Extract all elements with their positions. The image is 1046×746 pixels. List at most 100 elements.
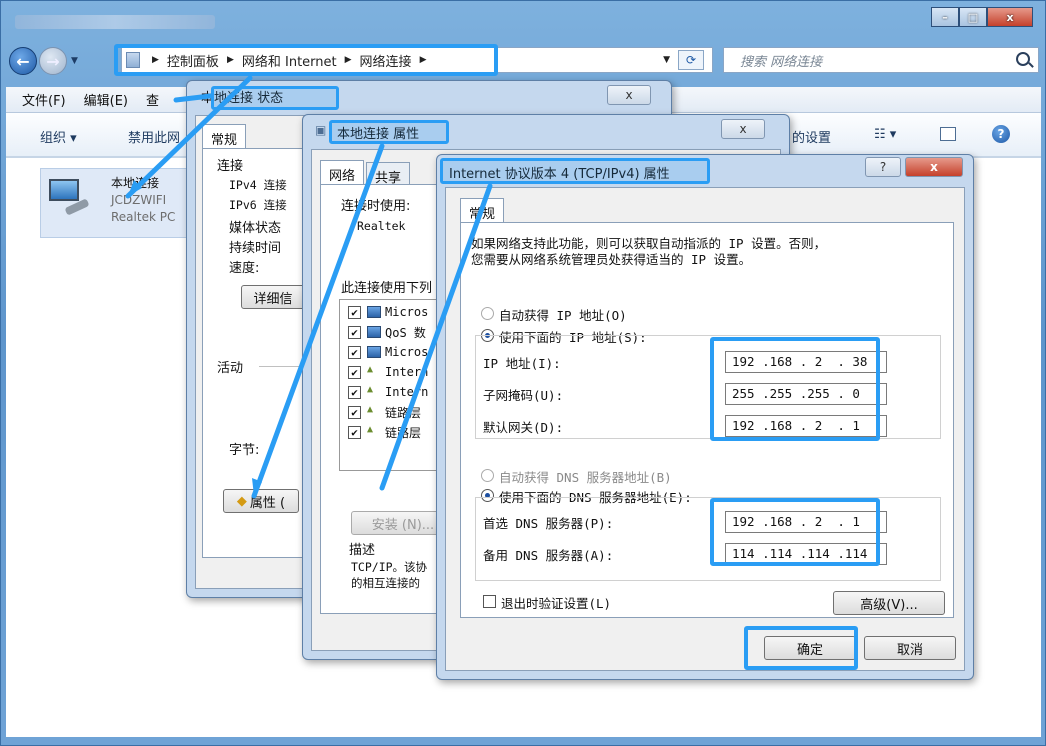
list-item[interactable]: ✔ 链路层	[348, 402, 421, 422]
activity-divider	[259, 366, 299, 367]
ipv4-close-button[interactable]: x	[905, 157, 963, 177]
back-arrow-icon: ←	[16, 51, 30, 71]
adapter-driver: Realtek PC	[111, 210, 176, 224]
checkbox[interactable]: ✔	[348, 325, 361, 339]
help-icon: ?	[879, 160, 887, 174]
disable-device-button[interactable]: 禁用此网	[128, 127, 180, 146]
search-icon[interactable]	[1016, 52, 1030, 66]
maximize-icon: □	[967, 10, 979, 24]
search-input[interactable]: 搜索 网络连接	[723, 47, 1039, 73]
close-icon: x	[739, 122, 747, 136]
protocol-icon	[367, 364, 381, 378]
shield-icon: ◆	[236, 493, 247, 509]
validate-label: 退出时验证设置(L)	[501, 596, 612, 611]
checkbox[interactable]: ✔	[348, 305, 361, 319]
close-icon: x	[930, 160, 938, 174]
properties-close-button[interactable]: x	[721, 119, 765, 139]
properties-button[interactable]: ◆ 属性 (	[223, 489, 299, 513]
auto-ip-radio[interactable]	[481, 307, 494, 320]
checkbox[interactable]: ✔	[348, 345, 361, 359]
adapter-short-name: Realtek	[357, 219, 406, 233]
change-settings-button[interactable]: 的设置	[792, 127, 831, 146]
window-title-blurred	[15, 15, 215, 29]
menu-view[interactable]: 查	[146, 90, 159, 109]
refresh-icon: ⟳	[685, 53, 697, 67]
list-item-label: Micros	[385, 345, 429, 359]
history-dropdown-icon[interactable]: ▼	[71, 56, 78, 66]
cancel-button-label: 取消	[896, 642, 923, 658]
highlight-ipv4-title	[440, 158, 710, 184]
view-options-button[interactable]: ☷ ▾	[874, 127, 896, 142]
preview-pane-icon[interactable]	[940, 127, 956, 141]
auto-ip-label: 自动获得 IP 地址(O)	[499, 308, 627, 323]
list-item[interactable]: ✔ 链路层	[348, 422, 421, 442]
ip-address-label: IP 地址(I):	[483, 356, 561, 371]
menu-file[interactable]: 文件(F)	[22, 90, 66, 109]
help-button[interactable]: ?	[865, 157, 901, 177]
preferred-dns-label: 首选 DNS 服务器(P):	[483, 516, 614, 531]
status-ipv4: IPv4 连接	[229, 178, 287, 192]
adapter-network: JCDZWIFI	[111, 193, 167, 207]
status-ipv6: IPv6 连接	[229, 198, 287, 212]
gateway-label: 默认网关(D):	[483, 420, 564, 435]
window-controls: – □ x	[931, 7, 1033, 27]
checkbox[interactable]: ✔	[348, 385, 361, 399]
status-close-button[interactable]: x	[607, 85, 651, 105]
address-dropdown-icon[interactable]: ▼	[663, 55, 670, 65]
network-adapter-icon	[49, 179, 90, 216]
highlight-ip-fields	[710, 337, 880, 441]
list-item-label: Micros	[385, 305, 429, 319]
adapter-name: 本地连接	[111, 176, 160, 190]
close-button[interactable]: x	[987, 7, 1033, 27]
forward-button[interactable]: →	[39, 47, 67, 75]
advanced-button[interactable]: 高级(V)...	[833, 591, 945, 615]
minimize-icon: –	[942, 10, 948, 24]
protocol-icon	[367, 384, 381, 398]
close-icon: x	[625, 88, 633, 102]
adapter-local-connection[interactable]: 本地连接 JCDZWIFI Realtek PC	[40, 168, 190, 238]
help-icon[interactable]: ?	[992, 125, 1010, 143]
organize-button[interactable]: 组织 ▾	[40, 127, 77, 146]
install-button-label: 安装 (N)...	[371, 517, 435, 533]
section-activity: 活动	[217, 361, 244, 376]
validate-checkbox[interactable]	[483, 595, 496, 608]
checkbox[interactable]: ✔	[348, 405, 361, 419]
intro-line-2: 您需要从网络系统管理员处获得适当的 IP 设置。	[471, 252, 752, 267]
checkbox[interactable]: ✔	[348, 425, 361, 439]
network-adapter-icon: ▣	[315, 123, 327, 137]
tab-general[interactable]: 常规	[460, 198, 505, 222]
client-icon	[367, 306, 381, 318]
tab-networking[interactable]: 网络	[320, 160, 365, 184]
list-item-label: 链路层	[385, 405, 422, 420]
list-item[interactable]: ✔ Intern	[348, 382, 428, 402]
back-button[interactable]: ←	[9, 47, 37, 75]
connect-using-label: 连接时使用:	[341, 199, 411, 214]
status-speed: 速度:	[229, 261, 260, 276]
tab-general[interactable]: 常规	[202, 124, 247, 148]
highlight-dns-fields	[710, 498, 880, 566]
details-button[interactable]: 详细信	[241, 285, 305, 309]
cancel-button[interactable]: 取消	[864, 636, 956, 660]
section-connection: 连接	[217, 159, 244, 174]
minimize-button[interactable]: –	[931, 7, 959, 27]
protocol-icon	[367, 404, 381, 418]
description-line-1: TCP/IP。该协	[351, 560, 428, 574]
tab-sharing[interactable]: 共享	[366, 162, 411, 186]
refresh-button[interactable]: ⟳	[678, 50, 704, 70]
highlight-status-title	[211, 86, 339, 110]
maximize-button[interactable]: □	[959, 7, 987, 27]
list-item-label: Intern	[385, 365, 429, 379]
checkbox[interactable]: ✔	[348, 365, 361, 379]
description-line-2: 的相互连接的	[351, 576, 420, 590]
list-item[interactable]: ✔ QoS 数	[348, 322, 426, 342]
list-item[interactable]: ✔ Intern	[348, 362, 428, 382]
tab-label: 常规	[211, 133, 238, 148]
highlight-ok-button	[744, 626, 858, 670]
list-item[interactable]: ✔ Micros	[348, 342, 428, 362]
list-item[interactable]: ✔ Micros	[348, 302, 428, 322]
auto-dns-radio[interactable]	[481, 469, 494, 482]
menu-edit[interactable]: 编辑(E)	[84, 90, 128, 109]
list-item-label: Intern	[385, 385, 429, 399]
search-placeholder: 搜索 网络连接	[740, 54, 823, 70]
protocol-icon	[367, 424, 381, 438]
